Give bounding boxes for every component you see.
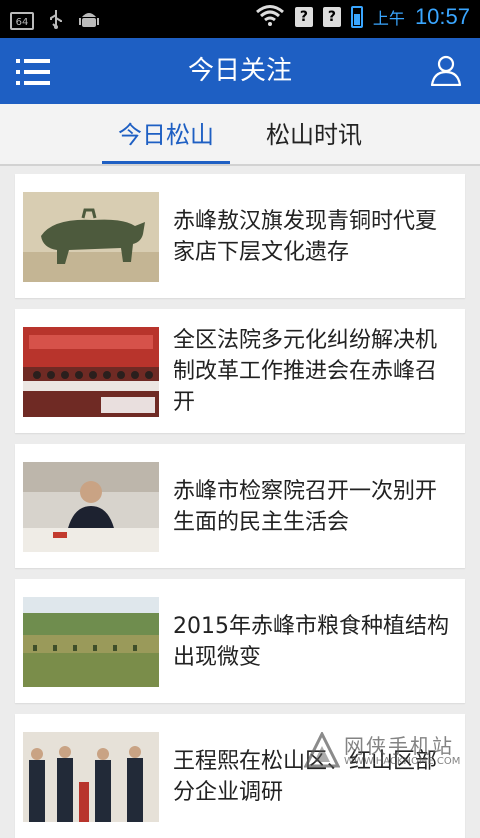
procuratorate-meeting-thumbnail (23, 462, 159, 552)
site-watermark: 网侠手机站 WWW.HACKHOME.COM (304, 730, 474, 770)
farmland-thumbnail (23, 597, 159, 687)
status-ampm: 上午 (372, 9, 405, 28)
article-title: 全区法院多元化纠纷解决机制改革工作推进会在赤峰召开 (173, 328, 438, 415)
article-title: 2015年赤峰市粮食种植结构出现微变 (173, 614, 449, 670)
usb-icon (48, 9, 64, 33)
android-debug-icon (78, 8, 100, 34)
page-title: 今日关注 (187, 56, 292, 86)
no-signal-icon: ? (322, 7, 341, 27)
wifi-icon (255, 4, 285, 30)
status-left-icons: 64 (10, 8, 100, 34)
user-icon (430, 55, 462, 87)
status-right-icons: ? ? 上午 10:57 (255, 4, 470, 30)
status-bar: 64 ? ? 上午 10:57 (0, 0, 480, 38)
no-sim-icon: ? (294, 7, 313, 27)
watermark-url: WWW.HACKHOME.COM (344, 756, 461, 767)
court-meeting-thumbnail (23, 327, 159, 417)
battery-charging-icon (350, 6, 363, 28)
tab-songshan-news[interactable]: 松山时讯 (250, 104, 378, 164)
list-item[interactable]: 2015年赤峰市粮食种植结构出现微变 (15, 579, 465, 703)
menu-button[interactable] (16, 59, 50, 85)
bronze-artifact-thumbnail (23, 192, 159, 282)
user-button[interactable] (430, 54, 462, 87)
official-visit-thumbnail (23, 732, 159, 822)
status-time: 10:57 (414, 4, 470, 29)
list-item[interactable]: 赤峰市检察院召开一次别开生面的民主生活会 (15, 444, 465, 568)
article-title: 赤峰市检察院召开一次别开生面的民主生活会 (173, 479, 438, 535)
watermark-text: 网侠手机站 (344, 734, 454, 758)
notification-count-icon: 64 (10, 12, 34, 30)
list-item[interactable]: 全区法院多元化纠纷解决机制改革工作推进会在赤峰召开 (15, 309, 465, 433)
list-item[interactable]: 赤峰敖汉旗发现青铜时代夏家店下层文化遗存 (15, 174, 465, 298)
article-title: 赤峰敖汉旗发现青铜时代夏家店下层文化遗存 (173, 209, 438, 265)
app-bar: 今日关注 (0, 38, 480, 104)
watermark-logo-icon (304, 732, 340, 768)
tab-bar: 今日松山 松山时讯 (0, 104, 480, 166)
tab-today-songshan[interactable]: 今日松山 (102, 104, 230, 164)
